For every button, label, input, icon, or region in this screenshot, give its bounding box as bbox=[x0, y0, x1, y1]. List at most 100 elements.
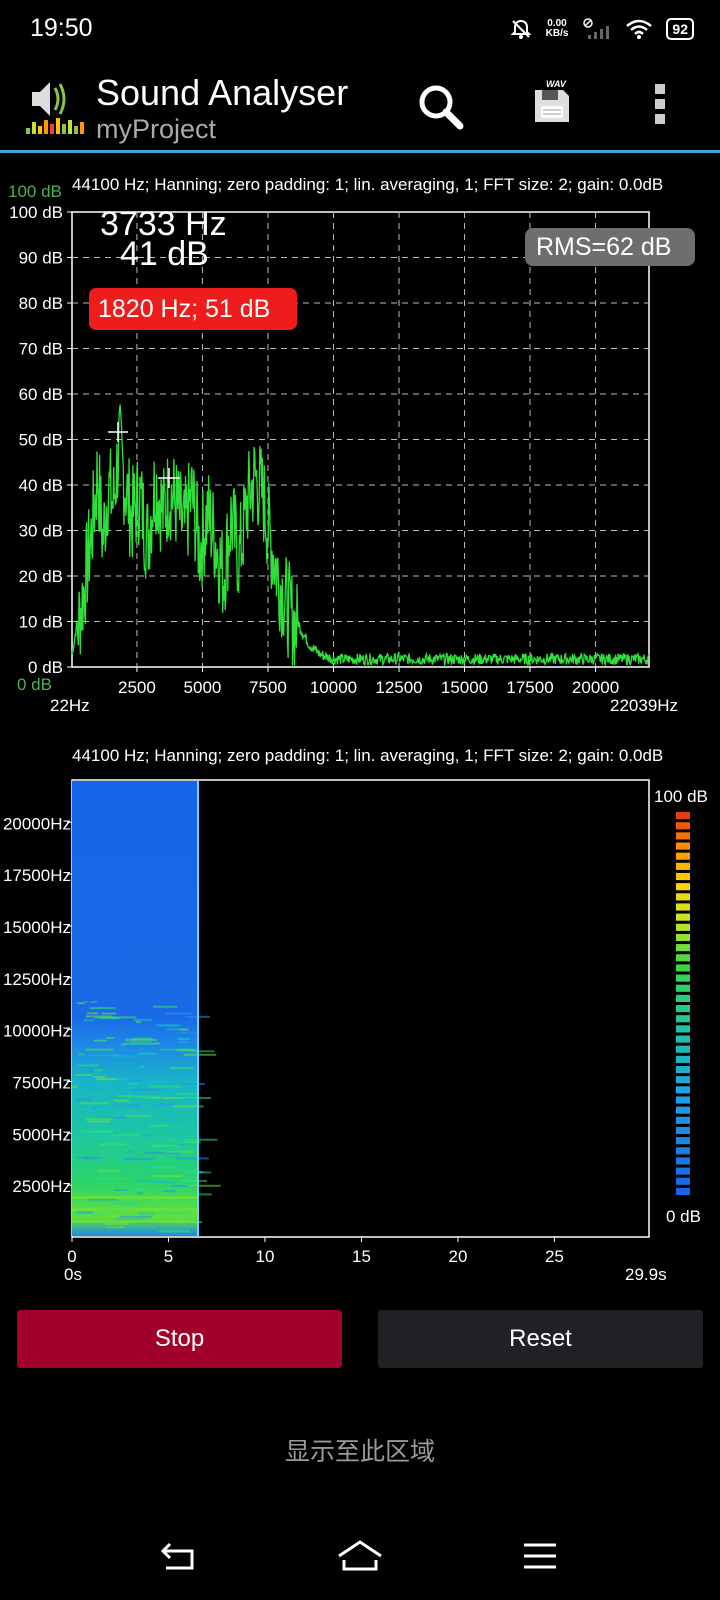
spectrogram-x-tick-label: 25 bbox=[545, 1247, 564, 1266]
spectrogram-pixel bbox=[133, 1018, 152, 1021]
spectrum-x-min-label: 22Hz bbox=[50, 696, 90, 715]
net-speed: 0.00 KB/s bbox=[546, 19, 569, 39]
spectrogram-pixel bbox=[85, 1048, 113, 1051]
color-scale-segment bbox=[676, 944, 690, 952]
spectrogram-pixel bbox=[185, 1098, 193, 1101]
spectrogram-pixel bbox=[102, 1155, 136, 1158]
spectrum-y-tick-label: 100 dB bbox=[9, 203, 63, 222]
color-scale-segment bbox=[676, 1055, 690, 1063]
spectrogram-pixel bbox=[121, 1042, 156, 1045]
spectrogram-pixel bbox=[136, 1180, 169, 1183]
app-subtitle: myProject bbox=[96, 114, 217, 144]
spectrogram-pixel bbox=[113, 1188, 128, 1191]
spectrum-x-tick-label: 12500 bbox=[375, 678, 422, 697]
spectrogram-pixel bbox=[128, 1079, 142, 1082]
color-scale-segment bbox=[676, 1126, 690, 1135]
color-scale-segment bbox=[676, 1096, 690, 1104]
spectrogram-pixel bbox=[165, 1110, 175, 1113]
spectrogram-pixel bbox=[93, 1177, 124, 1180]
spectrogram-pixel bbox=[185, 1083, 205, 1086]
spectrum-y-axis: 100 dB 90 dB 80 dB 70 dB 60 dB 50 dB 40 dB 30 d… bbox=[9, 203, 72, 677]
color-scale-segment bbox=[676, 1157, 690, 1165]
cursor-level: 41 dB bbox=[120, 235, 209, 273]
spectrogram-x-max-label: 29.9s bbox=[625, 1265, 667, 1284]
spectrogram-pixel bbox=[148, 1065, 168, 1068]
stop-button[interactable]: Stop bbox=[17, 1310, 342, 1368]
color-scale-segment bbox=[676, 1065, 690, 1074]
spectrum-x-tick-label: 20000 bbox=[572, 678, 619, 697]
spectrogram-pixel bbox=[124, 1186, 151, 1189]
home-icon[interactable] bbox=[336, 1538, 384, 1574]
spectrogram-pixel bbox=[128, 1150, 134, 1153]
net-speed-unit: KB/s bbox=[545, 28, 569, 39]
spectrum-y-tick-label: 50 dB bbox=[19, 431, 63, 450]
menu-icon[interactable] bbox=[522, 1542, 558, 1570]
spectrogram-pixel bbox=[90, 1107, 96, 1110]
search-icon[interactable] bbox=[416, 82, 466, 132]
spectrogram-pixel bbox=[84, 1019, 95, 1022]
color-scale-segment bbox=[676, 994, 690, 1002]
spectrogram-pixel bbox=[183, 1053, 217, 1056]
spectrogram-pixel bbox=[80, 1102, 109, 1105]
spectrogram-pixel bbox=[76, 1211, 94, 1214]
color-scale-segment bbox=[676, 1167, 690, 1175]
spectrogram-pixel bbox=[177, 1041, 188, 1044]
spectrogram-pixel bbox=[86, 1120, 111, 1123]
color-scale-segment bbox=[676, 1177, 690, 1185]
spectrogram-pixel bbox=[93, 1039, 107, 1042]
spectrogram-pixel bbox=[115, 1218, 146, 1221]
status-bar: 19:50 0.00 KB/s 92 bbox=[0, 0, 720, 58]
spectrum-y-tick-label: 60 dB bbox=[19, 385, 63, 404]
color-scale-segment bbox=[676, 913, 690, 921]
spectrum-chart[interactable]: 100 dB 90 dB 80 dB 70 dB 60 dB 50 dB 40 dB 30 d… bbox=[0, 190, 720, 720]
spectrogram-pixel bbox=[174, 1085, 182, 1088]
spectrum-x-tick-label: 10000 bbox=[310, 678, 357, 697]
spectrogram-pixel bbox=[138, 1212, 155, 1215]
spectrogram-pixel bbox=[158, 1230, 191, 1233]
spectrum-y-tick-label: 10 dB bbox=[19, 613, 63, 632]
spectrogram-pixel bbox=[129, 1041, 152, 1044]
spectrogram-pixel bbox=[90, 1001, 98, 1004]
display-area-text: 显示至此区域 bbox=[284, 1438, 435, 1466]
spectrogram-x-tick-label: 0 bbox=[67, 1247, 76, 1266]
color-scale-max-label: 100 dB bbox=[654, 787, 708, 806]
spectrogram-pixel bbox=[129, 1082, 139, 1085]
spectrogram-pixel bbox=[106, 1036, 114, 1039]
overflow-menu-icon[interactable] bbox=[652, 82, 668, 126]
spectrogram-pixel bbox=[89, 1007, 116, 1010]
spectrogram-pixel bbox=[189, 1050, 215, 1053]
color-scale-segment bbox=[676, 1106, 690, 1114]
spectrogram-pixel bbox=[168, 1077, 193, 1080]
color-scale-segment bbox=[676, 893, 690, 901]
spectrogram-pixel bbox=[123, 1158, 154, 1161]
spectrogram-pixel bbox=[77, 1083, 98, 1086]
spectrogram-pixel bbox=[138, 1052, 157, 1055]
spectrogram-pixel bbox=[162, 1190, 177, 1193]
spectrogram-pixel bbox=[168, 1139, 178, 1142]
reset-button[interactable]: Reset bbox=[378, 1310, 703, 1368]
spectrogram-pixel bbox=[97, 1169, 120, 1172]
spectrum-x-tick-label: 2500 bbox=[118, 678, 156, 697]
spectrogram-x-tick-label: 5 bbox=[164, 1247, 173, 1266]
color-scale-segment bbox=[676, 923, 690, 931]
spectrum-x-tick-label: 15000 bbox=[441, 678, 488, 697]
save-wav-icon[interactable]: WAV bbox=[532, 78, 580, 126]
spectrogram-y-tick-label: 7500Hz bbox=[12, 1073, 71, 1092]
spectrogram-pixel bbox=[155, 1103, 175, 1106]
color-scale bbox=[676, 812, 690, 1195]
spectrogram-pixel bbox=[79, 1192, 85, 1195]
spectrogram-chart[interactable]: 20000Hz 17500Hz 15000Hz 12500Hz 10000Hz 7500H… bbox=[0, 770, 720, 1290]
spectrogram-pixel bbox=[101, 1012, 117, 1015]
color-scale-segment bbox=[676, 822, 690, 830]
spectrum-y-tick-label: 40 dB bbox=[19, 476, 63, 495]
back-icon[interactable] bbox=[160, 1540, 196, 1572]
spectrogram-pixel bbox=[76, 1098, 93, 1101]
color-scale-segment bbox=[676, 1025, 690, 1033]
color-scale-segment bbox=[676, 903, 690, 911]
color-scale-segment bbox=[676, 1187, 690, 1195]
spectrogram-pixel bbox=[98, 1213, 104, 1216]
spectrogram-pixel bbox=[119, 1194, 133, 1197]
spectrum-x-tick-label: 5000 bbox=[184, 678, 222, 697]
color-scale-segment bbox=[676, 1045, 690, 1053]
spectrogram-pixel bbox=[178, 1182, 193, 1185]
